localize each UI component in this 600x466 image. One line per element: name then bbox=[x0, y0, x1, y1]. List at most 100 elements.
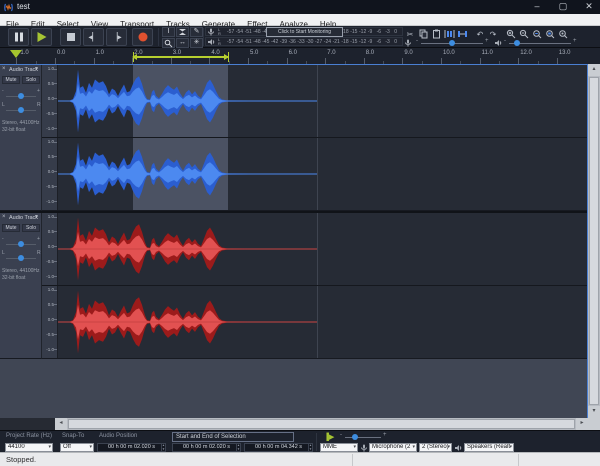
silence-audio-button[interactable] bbox=[456, 29, 468, 41]
pan-slider-thumb[interactable] bbox=[18, 107, 24, 113]
pan-left-label: L bbox=[2, 250, 5, 256]
track-control-panel[interactable]: × Audio Track ▼ Mute Solo - + L R Stereo… bbox=[0, 65, 42, 211]
minimize-button[interactable]: – bbox=[528, 0, 546, 14]
time-shift-tool-button[interactable]: ↔ bbox=[176, 38, 189, 48]
waveform-channel-right[interactable] bbox=[58, 138, 587, 210]
ruler-tick-label: 12.0 bbox=[520, 50, 532, 56]
snap-to-select[interactable]: Off ▾ bbox=[60, 443, 94, 452]
stop-icon bbox=[66, 33, 75, 41]
record-button[interactable] bbox=[132, 28, 153, 46]
track-menu-caret-icon[interactable]: ▼ bbox=[34, 66, 39, 72]
scroll-right-icon[interactable]: ▸ bbox=[576, 418, 588, 430]
playback-meter[interactable]: LR -57 -54 -51 -48 -45 -42 -39 -36 -33 -30 -27 -24-… bbox=[205, 37, 403, 46]
pan-slider[interactable] bbox=[6, 255, 36, 261]
play-position-marker[interactable] bbox=[10, 50, 22, 58]
play-speed-thumb[interactable] bbox=[352, 434, 358, 440]
horizontal-scrollbar-thumb[interactable] bbox=[68, 419, 575, 429]
selection-range-arrow[interactable] bbox=[132, 54, 229, 60]
recording-device-select[interactable]: Microphone (2 ▾ bbox=[369, 443, 417, 452]
spinner-icon[interactable]: ▲ ▼ bbox=[236, 443, 240, 451]
gain-slider-thumb[interactable] bbox=[18, 241, 24, 247]
gain-slider[interactable] bbox=[6, 241, 36, 247]
mute-button[interactable]: Mute bbox=[2, 224, 20, 232]
solo-button[interactable]: Solo bbox=[22, 76, 40, 84]
audio-host-select[interactable]: MME ▾ bbox=[320, 443, 358, 452]
vertical-scrollbar[interactable]: ▴ ▾ bbox=[588, 64, 600, 418]
selection-mode-dropdown[interactable]: Start and End of Selection bbox=[172, 432, 294, 442]
scroll-left-icon[interactable]: ◂ bbox=[55, 418, 67, 430]
skip-to-start-button[interactable]: ◂▏ bbox=[83, 28, 104, 46]
track-close-icon[interactable]: × bbox=[2, 214, 6, 220]
trim-audio-button[interactable] bbox=[443, 29, 455, 41]
fit-project-icon bbox=[546, 30, 555, 39]
timeline-ruler[interactable]: -1.0 0.0 1.0 2.0 3.0 4.0 5.0 6.0 7.0 8.0 9.0 10.0 11… bbox=[0, 48, 600, 64]
spinner-icon[interactable]: ▲ ▼ bbox=[161, 443, 165, 451]
copy-button[interactable] bbox=[417, 29, 429, 41]
waveform-channel-left[interactable] bbox=[58, 213, 587, 285]
gain-slider-thumb[interactable] bbox=[18, 93, 24, 99]
undo-icon: ↶ bbox=[476, 30, 484, 39]
redo-icon: ↷ bbox=[489, 30, 497, 39]
waveform-channel-right[interactable] bbox=[58, 286, 587, 358]
mute-button[interactable]: Mute bbox=[2, 76, 20, 84]
recording-channels-select[interactable]: 2 (Stereo) ▾ bbox=[419, 443, 452, 452]
pan-slider[interactable] bbox=[6, 107, 36, 113]
envelope-tool-button[interactable] bbox=[176, 27, 189, 37]
stop-button[interactable] bbox=[60, 28, 81, 46]
selection-toolbar: Project Rate (Hz) Snap-To Audio Position… bbox=[0, 430, 600, 452]
zoom-out-button[interactable] bbox=[518, 29, 530, 41]
solo-button[interactable]: Solo bbox=[22, 224, 40, 232]
meter-scale-label: -3 bbox=[385, 29, 390, 35]
skip-to-end-icon: ▕▸ bbox=[111, 32, 122, 42]
waveform-channel-left[interactable] bbox=[58, 65, 587, 137]
multi-tool-button[interactable]: ✳ bbox=[190, 38, 203, 48]
chevron-down-icon: ▾ bbox=[353, 444, 356, 450]
audio-position-field[interactable]: 00 h 00 m 02.020 s ▲ ▼ bbox=[97, 443, 166, 452]
meter-scale-label: -39 bbox=[279, 39, 288, 45]
amplitude-scale-label: -1.0 bbox=[46, 346, 54, 352]
close-button[interactable]: ✕ bbox=[580, 0, 598, 14]
playback-device-select[interactable]: Speakers (Realt ▾ bbox=[464, 443, 514, 452]
playback-volume-thumb[interactable] bbox=[514, 40, 520, 46]
recording-meter[interactable]: LR Click to Start Monitoring -57 -54 -51 -4… bbox=[205, 27, 403, 37]
scissors-icon: ✂ bbox=[406, 30, 414, 39]
chevron-down-icon: ▾ bbox=[412, 444, 415, 450]
monitor-tooltip[interactable]: Click to Start Monitoring bbox=[266, 27, 343, 37]
selection-start-field[interactable]: 00 h 00 m 02.020 s ▲ ▼ bbox=[172, 443, 241, 452]
selection-end-field[interactable]: 00 h 00 m 04.342 s ▲ ▼ bbox=[244, 443, 313, 452]
selection-tool-button[interactable]: I bbox=[162, 27, 175, 37]
recording-volume-thumb[interactable] bbox=[449, 40, 455, 46]
window-title: test bbox=[17, 2, 30, 11]
maximize-button[interactable]: ▢ bbox=[554, 0, 572, 14]
copy-icon bbox=[419, 29, 427, 39]
gain-slider[interactable] bbox=[6, 93, 36, 99]
play-at-speed-icon[interactable]: ▐▶ bbox=[324, 433, 334, 441]
track-close-icon[interactable]: × bbox=[2, 66, 6, 72]
skip-to-end-button[interactable]: ▕▸ bbox=[106, 28, 127, 46]
meter-scale-label: -51 bbox=[244, 29, 252, 35]
scroll-down-icon[interactable]: ▾ bbox=[588, 406, 600, 418]
pan-slider-thumb[interactable] bbox=[18, 255, 24, 261]
zoom-toggle-button[interactable] bbox=[557, 29, 569, 41]
pause-button[interactable] bbox=[8, 28, 29, 46]
amplitude-scale-tick bbox=[54, 334, 57, 335]
play-speed-slider[interactable] bbox=[345, 437, 381, 438]
horizontal-scrollbar[interactable]: ◂ ▸ bbox=[55, 418, 588, 430]
play-button[interactable] bbox=[31, 28, 52, 46]
vertical-scrollbar-thumb[interactable] bbox=[589, 77, 599, 405]
fit-selection-button[interactable] bbox=[531, 29, 543, 41]
snap-to-label: Snap-To bbox=[62, 433, 85, 439]
meter-toolbars: LR Click to Start Monitoring -57 -54 -51 -4… bbox=[205, 27, 403, 47]
meter-scale-label: -30 bbox=[306, 39, 314, 45]
fit-project-button[interactable] bbox=[544, 29, 556, 41]
track-menu-caret-icon[interactable]: ▼ bbox=[34, 214, 39, 220]
scroll-up-icon[interactable]: ▴ bbox=[588, 64, 600, 76]
star-icon: ✳ bbox=[193, 39, 200, 46]
project-rate-select[interactable]: 44100 ▾ bbox=[5, 443, 53, 452]
paste-button[interactable] bbox=[430, 29, 442, 41]
spinner-icon[interactable]: ▲ ▼ bbox=[308, 443, 312, 451]
meter-scale-label: -9 bbox=[367, 39, 373, 45]
track-control-panel[interactable]: × Audio Track ▼ Mute Solo - + L R Stereo… bbox=[0, 213, 42, 359]
draw-tool-button[interactable]: ✎ bbox=[190, 27, 203, 37]
zoom-tool-button[interactable] bbox=[162, 38, 175, 48]
